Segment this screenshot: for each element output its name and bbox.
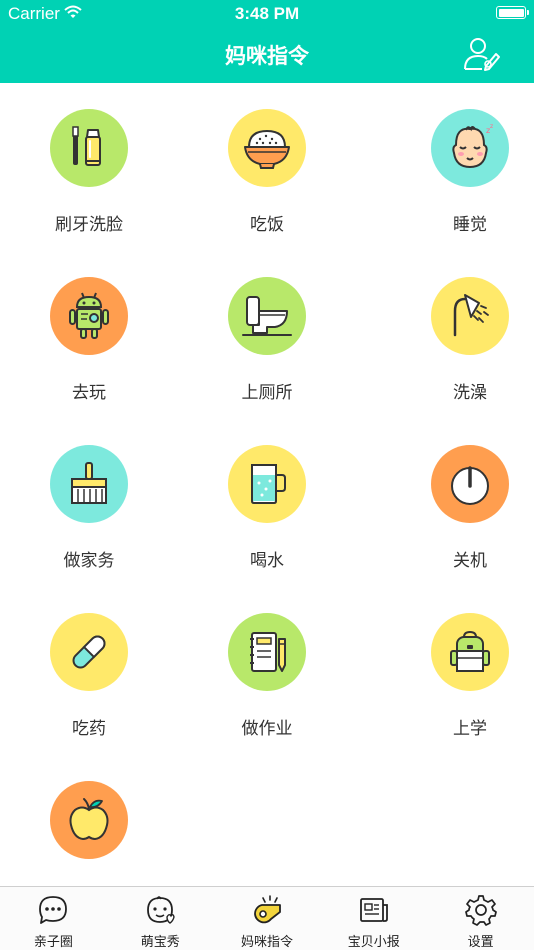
toothbrush-icon xyxy=(72,126,101,166)
command-label: 洗澡 xyxy=(453,383,487,403)
broom-icon xyxy=(71,462,107,504)
sleeping-baby-icon: z z xyxy=(452,123,493,169)
newspaper-icon xyxy=(359,898,388,922)
command-icon-bg xyxy=(228,277,306,355)
command-label: 刷牙洗脸 xyxy=(55,215,123,235)
command-take-medicine[interactable]: 吃药 xyxy=(0,587,178,755)
command-grid: 刷牙洗脸 吃饭 z z 睡觉 去玩 上厕所 洗澡 做家务 喝水 关机 吃药 做作… xyxy=(0,83,534,886)
command-label: 睡觉 xyxy=(453,215,487,235)
tab-label: 萌宝秀 xyxy=(140,935,180,950)
command-label: 喝水 xyxy=(250,551,284,571)
rice-bowl-icon xyxy=(244,129,290,169)
tab-label: 宝贝小报 xyxy=(347,935,400,950)
command-icon-bg xyxy=(228,445,306,523)
command-sleep[interactable]: z z 睡觉 xyxy=(381,83,534,251)
command-label: 上厕所 xyxy=(241,383,293,403)
page-title: 妈咪指令 xyxy=(225,44,309,68)
tab-settings[interactable]: 设置 xyxy=(427,887,534,951)
tab-baby-news[interactable]: 宝贝小报 xyxy=(320,887,427,951)
tab-label: 设置 xyxy=(467,935,494,950)
command-label: 吃药 xyxy=(72,719,106,739)
whistle-icon xyxy=(254,895,281,924)
svg-text:z: z xyxy=(490,123,493,130)
command-drink-water[interactable]: 喝水 xyxy=(178,419,356,587)
water-cup-icon xyxy=(251,464,286,504)
command-icon-bg xyxy=(431,445,509,523)
tab-label: 妈咪指令 xyxy=(240,935,293,950)
command-play[interactable]: 去玩 xyxy=(0,251,178,419)
tab-bar: 亲子圈 萌宝秀 妈咪指令 宝贝小报 设置 xyxy=(0,886,534,950)
tab-mommy-commands[interactable]: 妈咪指令 xyxy=(214,887,321,951)
command-icon-bg xyxy=(228,613,306,691)
pill-icon xyxy=(72,635,106,669)
toilet-icon xyxy=(242,296,292,336)
tab-baby-show[interactable]: 萌宝秀 xyxy=(107,887,214,951)
command-eat-fruit[interactable] xyxy=(0,755,178,886)
command-brush-teeth[interactable]: 刷牙洗脸 xyxy=(0,83,178,251)
command-toilet[interactable]: 上厕所 xyxy=(178,251,356,419)
command-icon-bg xyxy=(431,277,509,355)
command-label: 做家务 xyxy=(63,551,115,571)
clock: 3:48 PM xyxy=(234,4,300,23)
command-homework[interactable]: 做作业 xyxy=(178,587,356,755)
command-eat[interactable]: 吃饭 xyxy=(178,83,356,251)
command-icon-bg xyxy=(50,613,128,691)
command-icon-bg: z z xyxy=(431,109,509,187)
shower-icon xyxy=(453,294,489,337)
command-icon-bg xyxy=(228,109,306,187)
command-icon-bg xyxy=(50,781,128,859)
command-label: 吃饭 xyxy=(250,215,284,235)
tab-label: 亲子圈 xyxy=(33,935,73,950)
command-label: 去玩 xyxy=(72,383,106,403)
tab-parent-child-circle[interactable]: 亲子圈 xyxy=(0,887,107,951)
power-icon xyxy=(451,466,489,505)
command-icon-bg xyxy=(50,277,128,355)
robot-toy-icon xyxy=(69,292,109,339)
command-bath[interactable]: 洗澡 xyxy=(381,251,534,419)
baby-face-icon xyxy=(147,896,175,924)
gear-icon xyxy=(464,895,497,926)
command-power-off[interactable]: 关机 xyxy=(381,419,534,587)
nav-bar: 妈咪指令 xyxy=(0,28,534,83)
command-chores[interactable]: 做家务 xyxy=(0,419,178,587)
command-label: 上学 xyxy=(453,719,487,739)
profile-edit-icon[interactable] xyxy=(462,36,502,74)
command-label: 关机 xyxy=(453,551,487,571)
status-bar: Carrier 3:48 PM xyxy=(0,0,534,28)
apple-icon xyxy=(69,798,109,841)
notebook-pencil-icon xyxy=(250,632,286,672)
chat-bubble-icon xyxy=(39,896,68,924)
battery-icon xyxy=(496,6,529,19)
command-go-to-school[interactable]: 上学 xyxy=(381,587,534,755)
command-icon-bg xyxy=(50,109,128,187)
command-label: 做作业 xyxy=(241,719,293,739)
command-icon-bg xyxy=(50,445,128,523)
backpack-icon xyxy=(450,630,490,672)
command-icon-bg xyxy=(431,613,509,691)
